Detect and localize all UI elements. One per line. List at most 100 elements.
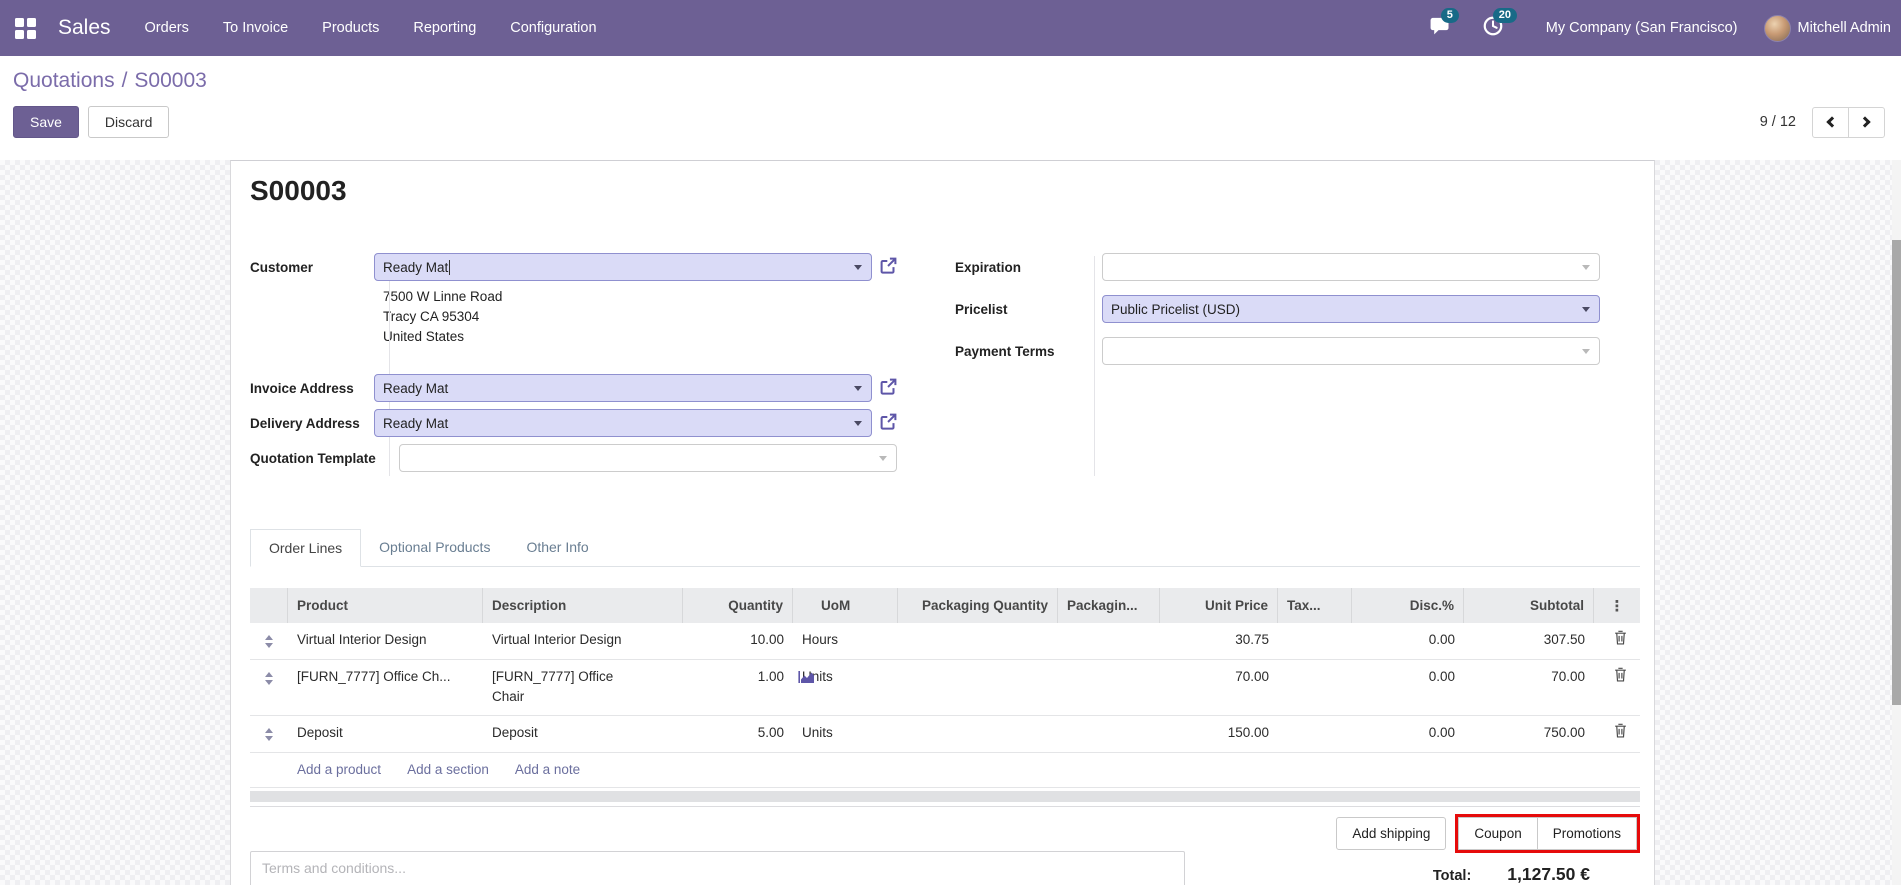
cell-packaging[interactable] (1058, 630, 1160, 651)
table-row: [FURN_7777] Office Ch... [FURN_7777] Off… (250, 660, 1640, 716)
cell-description[interactable]: Virtual Interior Design (483, 630, 683, 651)
field-separator-line (389, 256, 390, 476)
column-quantity[interactable]: Quantity (683, 588, 793, 623)
expiration-input[interactable] (1102, 253, 1600, 281)
cell-subtotal[interactable]: 750.00 (1464, 723, 1594, 744)
menu-orders[interactable]: Orders (145, 20, 189, 36)
cell-quantity[interactable]: 10.00 (683, 630, 793, 651)
activities-button[interactable]: 20 (1480, 8, 1517, 40)
chevron-down-icon[interactable] (854, 265, 862, 270)
delivery-address-input[interactable]: Ready Mat (374, 409, 872, 437)
tab-other-info[interactable]: Other Info (508, 529, 606, 566)
cell-packaging-quantity[interactable] (898, 630, 1058, 651)
cell-quantity[interactable]: 1.00 (683, 667, 793, 707)
cell-packaging[interactable] (1058, 723, 1160, 744)
chevron-down-icon[interactable] (879, 456, 887, 461)
cell-packaging[interactable] (1058, 667, 1160, 707)
apps-menu-button[interactable] (0, 0, 50, 56)
discard-button[interactable]: Discard (87, 106, 170, 138)
app-name[interactable]: Sales (58, 16, 111, 40)
save-button[interactable]: Save (13, 106, 79, 138)
cell-taxes[interactable] (1278, 630, 1352, 651)
cell-taxes[interactable] (1278, 667, 1352, 707)
cell-description[interactable]: Deposit (483, 723, 683, 744)
column-packaging-quantity[interactable]: Packaging Quantity (898, 588, 1058, 623)
horizontal-scrollbar[interactable] (250, 791, 1640, 802)
invoice-address-input[interactable]: Ready Mat (374, 374, 872, 402)
column-uom[interactable]: UoM (793, 588, 898, 623)
quotation-template-input[interactable] (399, 444, 897, 472)
column-packaging[interactable]: Packagin... (1058, 588, 1160, 623)
delete-row-button[interactable] (1608, 723, 1627, 741)
cell-packaging-quantity[interactable] (898, 723, 1058, 744)
tab-order-lines[interactable]: Order Lines (250, 529, 362, 567)
menu-configuration[interactable]: Configuration (510, 20, 596, 36)
customer-input[interactable]: Ready Mat (374, 253, 872, 281)
trash-icon (1614, 630, 1627, 648)
cell-subtotal[interactable]: 307.50 (1464, 630, 1594, 651)
cell-product[interactable]: Virtual Interior Design (288, 630, 483, 651)
terms-and-conditions-input[interactable] (250, 851, 1185, 885)
drag-handle[interactable] (250, 630, 288, 651)
user-menu[interactable]: Mitchell Admin (1763, 14, 1891, 42)
menu-reporting[interactable]: Reporting (413, 20, 476, 36)
pager-next-button[interactable] (1848, 106, 1885, 138)
column-subtotal[interactable]: Subtotal (1464, 588, 1594, 623)
cell-product[interactable]: [FURN_7777] Office Ch... (288, 667, 483, 707)
tab-optional-products[interactable]: Optional Products (361, 529, 508, 566)
column-description[interactable]: Description (483, 588, 683, 623)
cell-quantity[interactable]: 5.00 (683, 723, 793, 744)
delivery-address-external-link-button[interactable] (879, 412, 898, 434)
cell-product[interactable]: Deposit (288, 723, 483, 744)
vertical-scrollbar-thumb[interactable] (1892, 240, 1901, 705)
drag-handle[interactable] (250, 723, 288, 744)
delete-row-button[interactable] (1608, 667, 1627, 685)
cell-unit-price[interactable]: 150.00 (1160, 723, 1278, 744)
chevron-down-icon[interactable] (854, 421, 862, 426)
cell-description[interactable]: [FURN_7777] Office Chair (483, 667, 683, 707)
customer-external-link-button[interactable] (879, 256, 898, 278)
add-a-section-link[interactable]: Add a section (407, 762, 489, 777)
add-shipping-button[interactable]: Add shipping (1336, 817, 1447, 850)
invoice-address-external-link-button[interactable] (879, 377, 898, 399)
chevron-down-icon[interactable] (1582, 307, 1590, 312)
cell-subtotal[interactable]: 70.00 (1464, 667, 1594, 707)
delete-row-button[interactable] (1608, 630, 1627, 648)
column-taxes[interactable]: Tax... (1278, 588, 1352, 623)
optional-columns-button[interactable]: ⋮ (1594, 588, 1640, 623)
chevron-down-icon[interactable] (854, 386, 862, 391)
column-product[interactable]: Product (288, 588, 483, 623)
cell-taxes[interactable] (1278, 723, 1352, 744)
total-label: Total: (1432, 868, 1472, 884)
messages-button[interactable]: 5 (1428, 8, 1459, 40)
column-unit-price[interactable]: Unit Price (1160, 588, 1278, 623)
company-switcher[interactable]: My Company (San Francisco) (1546, 20, 1738, 36)
cell-uom[interactable]: Units (793, 723, 898, 744)
payment-terms-input[interactable] (1102, 337, 1600, 365)
messages-badge: 5 (1440, 8, 1459, 23)
top-navbar: Sales Orders To Invoice Products Reporti… (0, 0, 1901, 56)
chevron-down-icon[interactable] (1582, 265, 1590, 270)
menu-products[interactable]: Products (322, 20, 379, 36)
cell-discount[interactable]: 0.00 (1352, 630, 1464, 651)
cell-unit-price[interactable]: 30.75 (1160, 630, 1278, 651)
pricelist-input[interactable]: Public Pricelist (USD) (1102, 295, 1600, 323)
add-a-note-link[interactable]: Add a note (515, 762, 580, 777)
cell-uom[interactable]: Hours (793, 630, 898, 651)
drag-handle[interactable] (250, 667, 288, 707)
cell-unit-price[interactable]: 70.00 (1160, 667, 1278, 707)
forecast-chart-icon[interactable] (798, 670, 815, 690)
pager-previous-button[interactable] (1812, 106, 1849, 138)
customer-address: 7500 W Linne Road Tracy CA 95304 United … (383, 289, 503, 344)
chevron-down-icon[interactable] (1582, 349, 1590, 354)
cell-packaging-quantity[interactable] (898, 667, 1058, 707)
cell-discount[interactable]: 0.00 (1352, 723, 1464, 744)
promotions-button[interactable]: Promotions (1536, 817, 1637, 850)
breadcrumb-quotations[interactable]: Quotations (13, 69, 115, 92)
menu-to-invoice[interactable]: To Invoice (223, 20, 288, 36)
column-discount[interactable]: Disc.% (1352, 588, 1464, 623)
cell-uom[interactable]: Units (793, 667, 898, 707)
cell-discount[interactable]: 0.00 (1352, 667, 1464, 707)
coupon-button[interactable]: Coupon (1458, 817, 1538, 850)
add-a-product-link[interactable]: Add a product (297, 762, 381, 777)
